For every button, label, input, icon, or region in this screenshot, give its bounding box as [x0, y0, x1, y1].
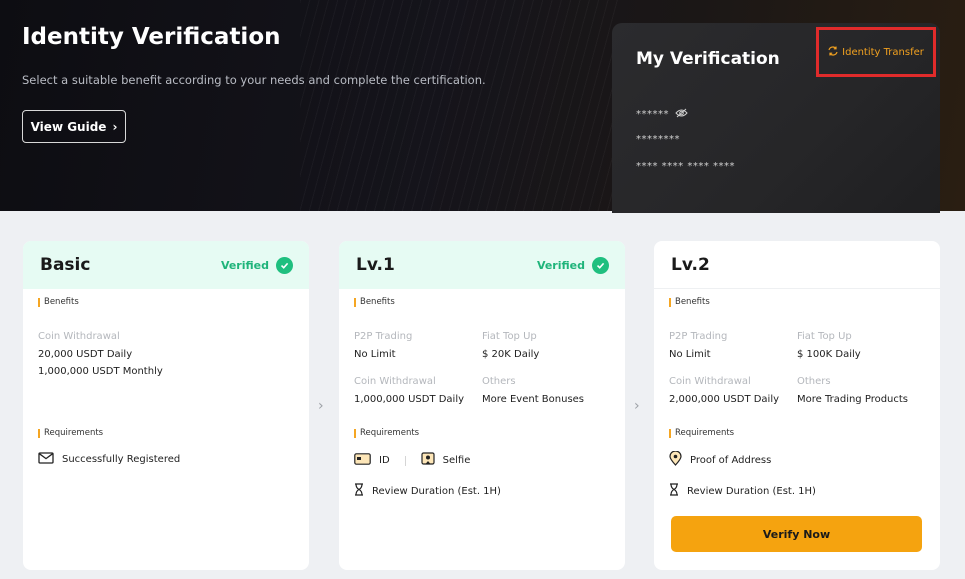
- identity-transfer-label: Identity Transfer: [842, 46, 924, 58]
- benefit-label: Coin Withdrawal: [38, 331, 120, 342]
- masked-name-row: ******: [636, 108, 688, 121]
- verified-label: Verified: [220, 258, 269, 272]
- review-duration: Review Duration (Est. 1H): [354, 483, 501, 499]
- level-card-lv1: Lv.1 Verified Benefits P2P Trading No Li…: [339, 241, 625, 570]
- benefit-value: 20,000 USDT Daily: [38, 349, 133, 360]
- level-name: Lv.1: [356, 255, 395, 275]
- level-name: Lv.2: [671, 254, 710, 275]
- chevron-right-icon: ›: [112, 119, 118, 134]
- benefit-label: Coin Withdrawal: [669, 376, 751, 387]
- identity-transfer-link[interactable]: Identity Transfer: [816, 27, 936, 77]
- level-card-lv2: Lv.2 Benefits P2P Trading No Limit Fiat …: [654, 241, 940, 570]
- benefit-label: Others: [797, 376, 831, 387]
- benefit-value: 1,000,000 USDT Daily: [354, 394, 465, 405]
- benefit-label: P2P Trading: [354, 331, 413, 342]
- requirement-label: ID: [379, 455, 390, 466]
- requirements-label: Requirements: [38, 428, 103, 438]
- page-title: Identity Verification: [22, 24, 281, 50]
- my-verification-title: My Verification: [636, 49, 780, 69]
- check-icon: [276, 256, 293, 274]
- selfie-icon: [421, 452, 435, 469]
- eye-off-icon[interactable]: [675, 108, 688, 121]
- benefits-label: Benefits: [38, 297, 79, 307]
- benefit-value: More Event Bonuses: [482, 394, 585, 405]
- benefit-value: 1,000,000 USDT Monthly: [38, 366, 163, 377]
- requirement-item: Successfully Registered: [38, 452, 180, 467]
- requirements-label: Requirements: [354, 428, 419, 438]
- level-card-basic: Basic Verified Benefits Coin Withdrawal …: [23, 241, 309, 570]
- benefit-label: P2P Trading: [669, 331, 728, 342]
- verified-badge: Verified: [536, 256, 609, 274]
- view-guide-label: View Guide: [30, 119, 107, 134]
- masked-id: ********: [636, 134, 680, 145]
- benefit-value: $ 100K Daily: [797, 349, 861, 360]
- mail-icon: [38, 452, 54, 467]
- requirement-label: Successfully Registered: [62, 454, 181, 465]
- review-duration-label: Review Duration (Est. 1H): [372, 485, 501, 497]
- review-duration-label: Review Duration (Est. 1H): [687, 485, 816, 497]
- verify-now-button[interactable]: Verify Now: [671, 516, 922, 552]
- transfer-icon: [828, 45, 838, 59]
- benefits-label: Benefits: [354, 297, 395, 307]
- chevron-right-icon: ›: [634, 398, 640, 414]
- verified-badge: Verified: [220, 256, 293, 274]
- view-guide-button[interactable]: View Guide ›: [22, 110, 126, 143]
- my-verification-panel: My Verification Identity Transfer ******…: [612, 23, 940, 213]
- requirement-item: ID Selfie: [354, 452, 470, 469]
- card-header: Lv.1 Verified: [339, 241, 625, 289]
- id-card-icon: [354, 453, 371, 468]
- hero-pattern: [300, 0, 620, 211]
- benefit-value: More Trading Products: [797, 394, 909, 405]
- chevron-right-icon: ›: [318, 398, 324, 414]
- card-header: Lv.2: [654, 241, 940, 289]
- requirements-label: Requirements: [669, 428, 734, 438]
- requirement-label: Selfie: [442, 455, 471, 466]
- benefit-value: No Limit: [669, 349, 711, 360]
- level-name: Basic: [40, 255, 91, 275]
- requirement-item: Proof of Address: [669, 450, 772, 469]
- benefit-value: 2,000,000 USDT Daily: [669, 394, 780, 405]
- benefit-label: Coin Withdrawal: [354, 376, 436, 387]
- masked-number: **** **** **** ****: [636, 161, 736, 172]
- requirement-label: Proof of Address: [690, 454, 772, 466]
- hourglass-icon: [354, 483, 364, 499]
- hourglass-icon: [669, 483, 679, 499]
- benefit-label: Fiat Top Up: [797, 331, 852, 342]
- divider: [404, 455, 406, 466]
- benefits-label: Benefits: [669, 297, 710, 307]
- card-header: Basic Verified: [23, 241, 309, 289]
- location-pin-icon: [669, 450, 682, 469]
- page-subtitle: Select a suitable benefit according to y…: [22, 73, 486, 87]
- masked-name: ******: [636, 109, 669, 120]
- benefit-value: $ 20K Daily: [482, 349, 540, 360]
- check-icon: [592, 256, 609, 274]
- benefit-label: Fiat Top Up: [482, 331, 537, 342]
- benefit-label: Others: [482, 376, 516, 387]
- review-duration: Review Duration (Est. 1H): [669, 483, 816, 499]
- verified-label: Verified: [536, 258, 585, 272]
- benefit-value: No Limit: [354, 349, 396, 360]
